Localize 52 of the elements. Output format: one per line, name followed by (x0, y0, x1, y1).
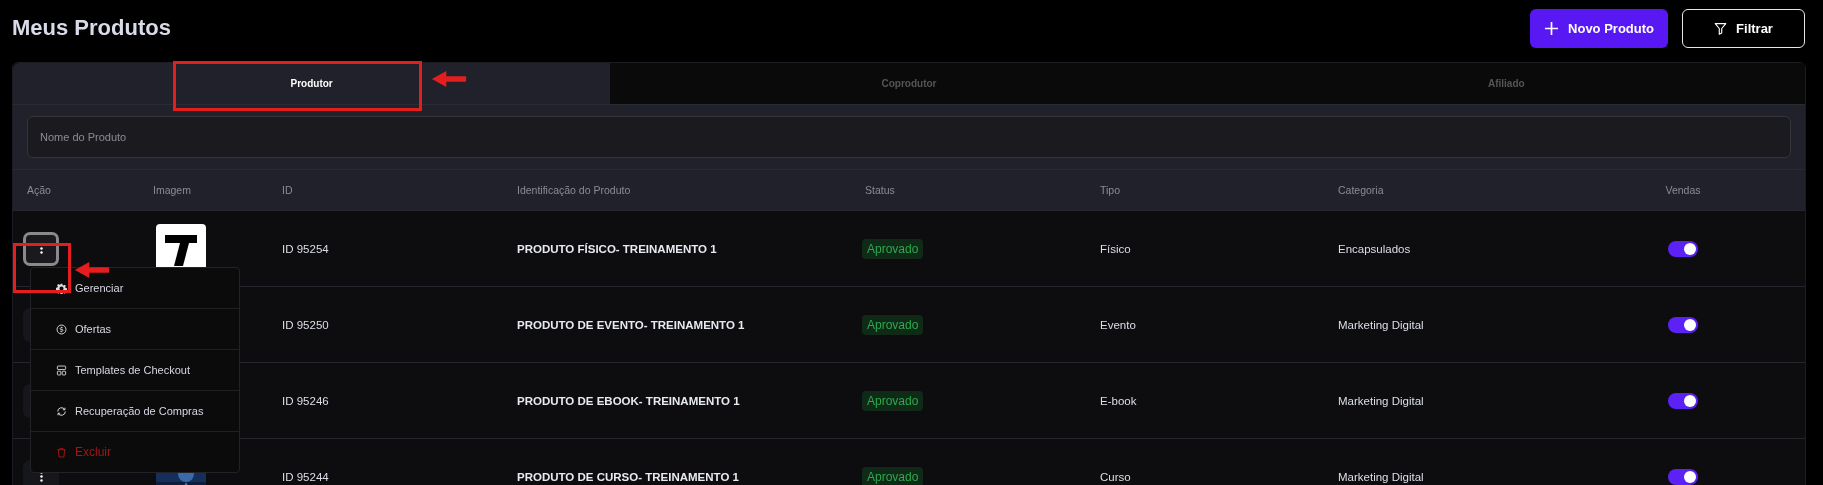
annotation-frame (13, 242, 71, 293)
search-field[interactable]: Nome do Produto (27, 116, 1791, 158)
coin-icon (56, 323, 67, 335)
product-name: PRODUTO DE EBOOK- TREINAMENTO 1 (517, 394, 740, 407)
column-header: ID (281, 184, 294, 196)
menu-item[interactable]: Templates de Checkout (31, 349, 239, 390)
tab[interactable]: Produtor (13, 63, 611, 104)
sales-toggle[interactable] (1668, 468, 1698, 485)
column-header: Imagem (152, 184, 192, 196)
column-header: Status (864, 184, 896, 196)
product-category: Marketing Digital (1338, 318, 1424, 331)
column-header: Vendas (1665, 184, 1701, 196)
trash-icon (56, 446, 67, 458)
product-category: Marketing Digital (1338, 470, 1424, 483)
product-category: Encapsulados (1338, 242, 1411, 255)
menu-item[interactable]: Ofertas (31, 308, 239, 349)
product-id: ID 95246 (282, 394, 329, 407)
product-id: ID 95244 (282, 470, 329, 483)
product-type: Curso (1100, 470, 1131, 483)
product-name: PRODUTO DE CURSO- TREINAMENTO 1 (517, 470, 739, 483)
column-header: Identificação do Produto (516, 184, 632, 196)
status-badge: Aprovado (862, 466, 924, 485)
status-badge: Aprovado (862, 390, 924, 411)
product-id: ID 95250 (282, 318, 329, 331)
gear-icon (56, 282, 67, 294)
menu-item[interactable]: Gerenciar (31, 268, 239, 308)
product-type: Evento (1100, 318, 1136, 331)
product-category: Marketing Digital (1338, 394, 1424, 407)
page-title: Meus Produtos (12, 15, 171, 41)
new-product-button[interactable]: Novo Produto (1530, 8, 1668, 48)
column-header: Categoria (1337, 184, 1385, 196)
status-badge: Aprovado (862, 314, 924, 335)
sales-toggle[interactable] (1668, 316, 1698, 333)
more-icon (38, 470, 44, 483)
arrow-icon (73, 260, 111, 279)
menu-item[interactable]: Recuperação de Compras (31, 390, 239, 431)
filter-button[interactable]: Filtrar (1682, 8, 1805, 48)
product-name: PRODUTO FÍSICO- TREINAMENTO 1 (517, 242, 717, 255)
layout-icon (56, 364, 67, 376)
refresh-icon (56, 405, 67, 417)
product-id: ID 95254 (282, 242, 329, 255)
sales-toggle[interactable] (1668, 240, 1698, 257)
product-type: E-book (1100, 394, 1137, 407)
product-type: Físico (1100, 242, 1131, 255)
column-header: Tipo (1099, 184, 1122, 196)
plus-icon (1544, 20, 1560, 36)
status-badge: Aprovado (862, 238, 924, 259)
arrow-icon (430, 70, 468, 88)
column-header: Ação (26, 184, 52, 196)
sales-toggle[interactable] (1668, 392, 1698, 409)
product-name: PRODUTO DE EVENTO- TREINAMENTO 1 (517, 318, 745, 331)
filter-icon (1714, 21, 1728, 35)
